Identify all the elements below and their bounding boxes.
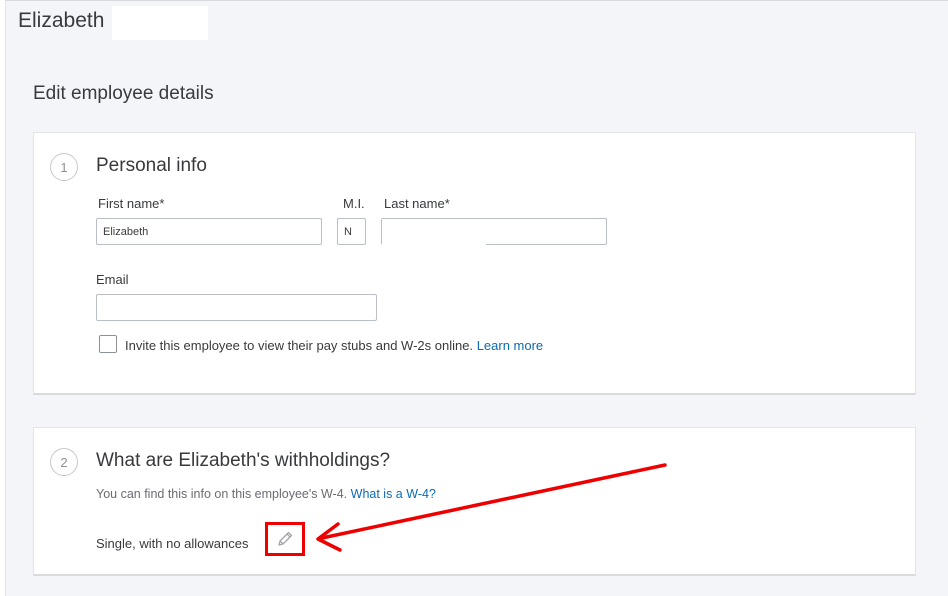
- step-number-badge: 2: [50, 448, 78, 476]
- withholdings-title: What are Elizabeth's withholdings?: [96, 450, 391, 471]
- pencil-icon: [278, 531, 293, 546]
- personal-info-title: Personal info: [96, 155, 207, 176]
- top-divider: [5, 0, 948, 1]
- page-title: Edit employee details: [33, 83, 214, 104]
- withholdings-card: 2 What are Elizabeth's withholdings? You…: [33, 427, 916, 576]
- w4-hint: You can find this info on this employee'…: [96, 487, 436, 501]
- mi-label: M.I.: [343, 196, 365, 211]
- invite-checkbox[interactable]: [99, 335, 117, 353]
- invite-label: Invite this employee to view their pay s…: [125, 338, 543, 353]
- w4-hint-text: You can find this info on this employee'…: [96, 487, 348, 501]
- personal-info-card: 1 Personal info First name* Elizabeth M.…: [33, 132, 916, 395]
- what-is-w4-link[interactable]: What is a W-4?: [351, 487, 436, 501]
- invite-text: Invite this employee to view their pay s…: [125, 338, 474, 353]
- email-label: Email: [96, 272, 129, 287]
- email-input[interactable]: [96, 294, 377, 321]
- redaction-mask: [112, 6, 208, 40]
- last-name-label: Last name*: [384, 196, 450, 211]
- first-name-input[interactable]: Elizabeth: [96, 218, 322, 245]
- edit-withholdings-button[interactable]: [265, 522, 305, 556]
- mi-input[interactable]: N: [337, 218, 366, 245]
- employee-name-heading: Elizabeth: [18, 9, 105, 32]
- redaction-mask: [382, 219, 486, 245]
- left-edge-strip: [0, 0, 6, 596]
- learn-more-link[interactable]: Learn more: [477, 338, 543, 353]
- step-number-badge: 1: [50, 153, 78, 181]
- first-name-label: First name*: [98, 196, 165, 211]
- filing-status-text: Single, with no allowances: [96, 536, 249, 551]
